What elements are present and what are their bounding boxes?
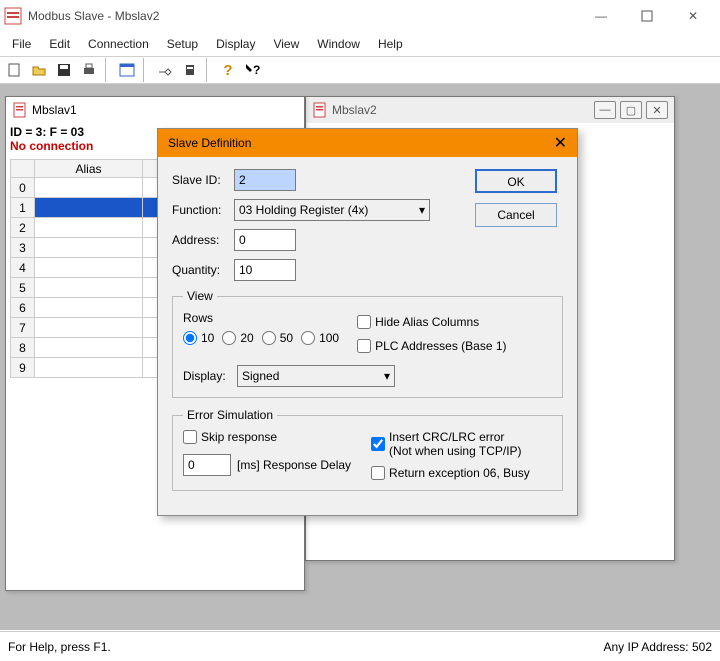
child2-minimize[interactable]: —: [594, 101, 616, 119]
ok-button[interactable]: OK: [475, 169, 557, 193]
return-exception-checkbox[interactable]: Return exception 06, Busy: [371, 466, 530, 480]
dialog-title-bar[interactable]: Slave Definition ✕: [158, 129, 577, 157]
table-row: 3: [11, 238, 163, 258]
crc-error-checkbox[interactable]: Insert CRC/LRC error(Not when using TCP/…: [371, 430, 530, 458]
window-icon[interactable]: [115, 58, 139, 82]
status-ip: Any IP Address: 502: [603, 640, 712, 654]
quantity-label: Quantity:: [172, 263, 234, 277]
print-icon[interactable]: [77, 58, 101, 82]
menu-connection[interactable]: Connection: [80, 35, 157, 53]
help-icon[interactable]: ?: [216, 58, 240, 82]
rows-legend: Rows: [183, 311, 339, 325]
slave-definition-dialog: Slave Definition ✕ OK Cancel Slave ID: F…: [157, 128, 578, 516]
table-row: 5: [11, 278, 163, 298]
table-row: 9: [11, 358, 163, 378]
view-legend: View: [183, 289, 217, 303]
register-grid[interactable]: Alias 0 1 2 3 4 5 6 7 8 9: [10, 159, 163, 378]
table-row: 2: [11, 218, 163, 238]
rows-100-radio[interactable]: 100: [301, 331, 339, 345]
table-row: 4: [11, 258, 163, 278]
child2-titlebar[interactable]: Mbslav2 — ▢ ✕: [306, 97, 674, 123]
address-label: Address:: [172, 233, 234, 247]
title-bar: Modbus Slave - Mbslav2 — ✕: [0, 0, 720, 32]
display-select[interactable]: Signed ▾: [237, 365, 395, 387]
toolbar: ? ?: [0, 56, 720, 84]
alias-header: Alias: [35, 160, 143, 178]
document-icon: [312, 102, 328, 118]
child2-title: Mbslav2: [332, 103, 594, 117]
connect-icon[interactable]: [153, 58, 177, 82]
slave-id-label: Slave ID:: [172, 173, 234, 187]
dialog-close-icon[interactable]: ✕: [554, 133, 567, 153]
error-legend: Error Simulation: [183, 408, 277, 422]
error-simulation-group: Error Simulation Skip response [ms] Resp…: [172, 408, 563, 491]
maximize-button[interactable]: [624, 0, 670, 32]
context-help-icon[interactable]: ?: [241, 58, 265, 82]
svg-text:?: ?: [253, 63, 260, 77]
status-help: For Help, press F1.: [8, 640, 603, 654]
cancel-button[interactable]: Cancel: [475, 203, 557, 227]
menu-help[interactable]: Help: [370, 35, 411, 53]
rows-50-radio[interactable]: 50: [262, 331, 293, 345]
app-icon: [4, 7, 22, 25]
menu-window[interactable]: Window: [309, 35, 368, 53]
child2-close[interactable]: ✕: [646, 101, 668, 119]
disconnect-icon[interactable]: [178, 58, 202, 82]
window-title: Modbus Slave - Mbslav2: [28, 9, 578, 23]
open-icon[interactable]: [27, 58, 51, 82]
function-select[interactable]: 03 Holding Register (4x) ▾: [234, 199, 430, 221]
address-input[interactable]: [234, 229, 296, 251]
response-delay-label: [ms] Response Delay: [237, 458, 351, 472]
dialog-title: Slave Definition: [168, 136, 554, 150]
table-row: 0: [11, 178, 163, 198]
table-row: 6: [11, 298, 163, 318]
table-row: 1: [11, 198, 163, 218]
new-icon[interactable]: [2, 58, 26, 82]
save-icon[interactable]: [52, 58, 76, 82]
plc-addresses-checkbox[interactable]: PLC Addresses (Base 1): [357, 339, 506, 353]
view-group: View Rows 10 20 50 100 Hide Alias Column…: [172, 289, 563, 398]
child2-maximize[interactable]: ▢: [620, 101, 642, 119]
function-label: Function:: [172, 203, 234, 217]
table-row: 8: [11, 338, 163, 358]
document-icon: [12, 102, 28, 118]
chevron-down-icon: ▾: [419, 203, 425, 217]
menu-setup[interactable]: Setup: [159, 35, 206, 53]
menu-bar: File Edit Connection Setup Display View …: [0, 32, 720, 56]
table-row: 7: [11, 318, 163, 338]
skip-response-checkbox[interactable]: Skip response: [183, 430, 351, 444]
rows-20-radio[interactable]: 20: [222, 331, 253, 345]
menu-edit[interactable]: Edit: [41, 35, 78, 53]
menu-view[interactable]: View: [265, 35, 307, 53]
minimize-button[interactable]: —: [578, 0, 624, 32]
display-label: Display:: [183, 369, 237, 383]
status-bar: For Help, press F1. Any IP Address: 502: [0, 631, 720, 661]
menu-display[interactable]: Display: [208, 35, 263, 53]
chevron-down-icon: ▾: [384, 369, 390, 383]
menu-file[interactable]: File: [4, 35, 39, 53]
response-delay-input[interactable]: [183, 454, 231, 476]
close-button[interactable]: ✕: [670, 0, 716, 32]
quantity-input[interactable]: [234, 259, 296, 281]
rows-10-radio[interactable]: 10: [183, 331, 214, 345]
hide-alias-checkbox[interactable]: Hide Alias Columns: [357, 315, 506, 329]
slave-id-input[interactable]: [234, 169, 296, 191]
child1-titlebar[interactable]: Mbslav1: [6, 97, 304, 123]
child1-title: Mbslav1: [32, 103, 298, 117]
